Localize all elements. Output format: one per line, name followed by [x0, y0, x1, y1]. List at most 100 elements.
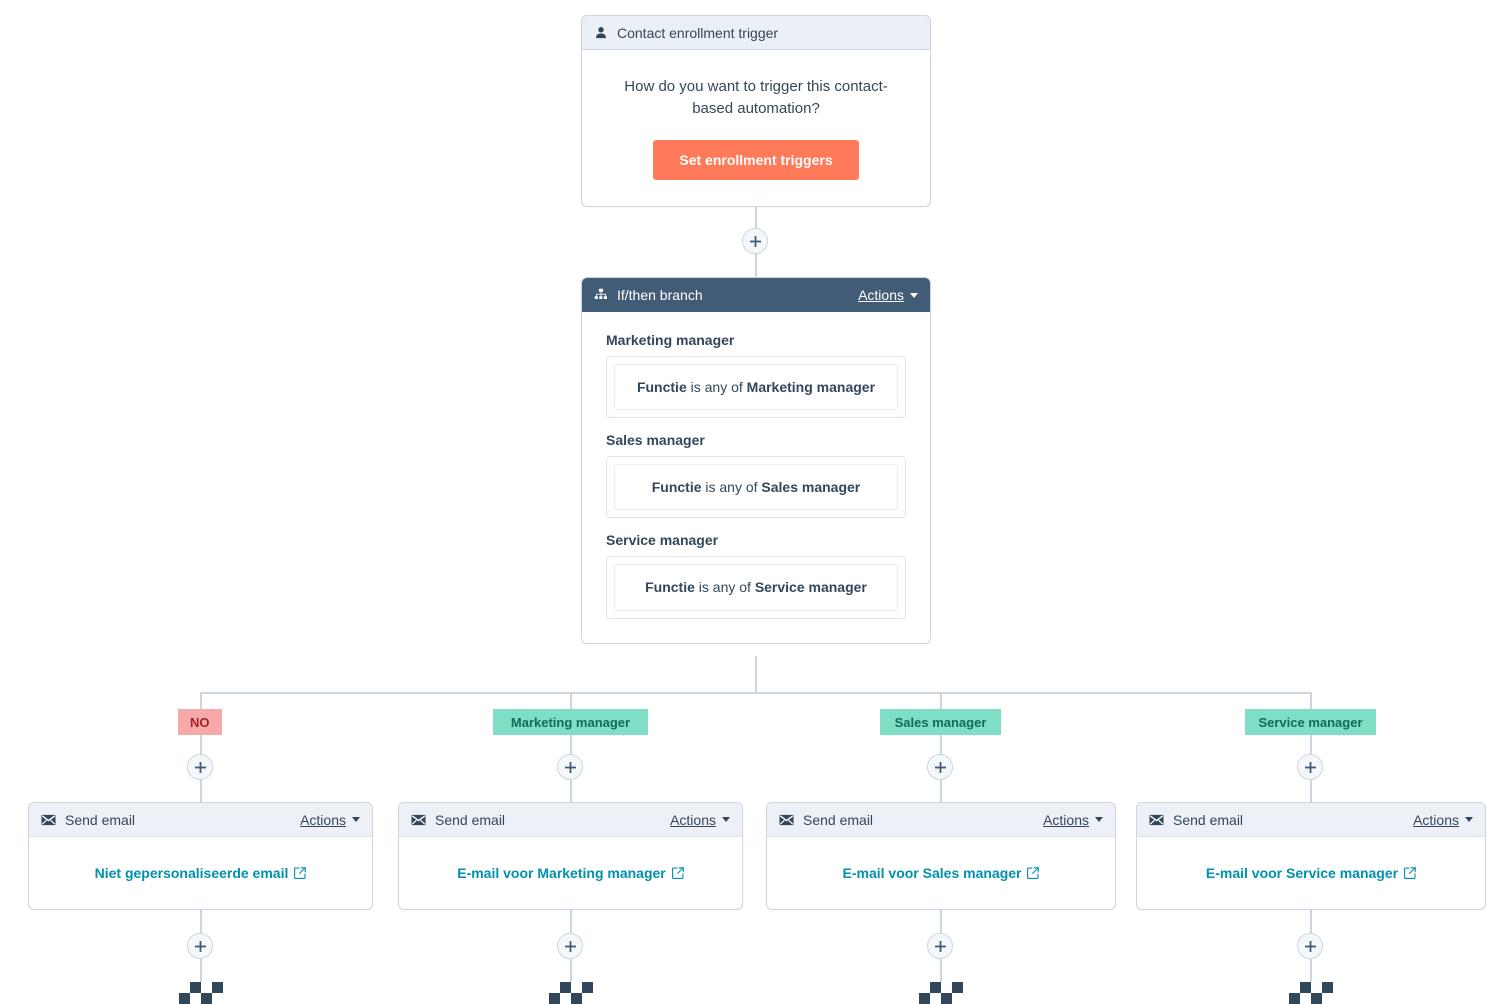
email-card-body: Niet gepersonaliseerde email: [29, 837, 372, 909]
external-link-icon: [1027, 867, 1040, 879]
email-asset-link[interactable]: E-mail voor Sales manager: [843, 865, 1040, 881]
branch-card-body: Marketing manager Functie is any of Mark…: [582, 312, 930, 643]
email-actions-menu[interactable]: Actions: [1043, 812, 1103, 828]
condition-operator: is any of: [705, 479, 762, 496]
connector-line-plus-to-end-service: [1310, 959, 1312, 983]
email-card-body: E-mail voor Sales manager: [767, 837, 1115, 909]
condition-value: Marketing manager: [746, 379, 876, 395]
email-actions-label: Actions: [1043, 811, 1089, 828]
branch-condition: Functie is any of Marketing manager: [614, 364, 898, 411]
contact-enrollment-trigger-card: Contact enrollment trigger How do you wa…: [581, 15, 931, 207]
branch-badge-no: NO: [178, 709, 222, 735]
plus-icon: [749, 235, 761, 247]
contact-person-icon: [594, 26, 608, 40]
email-actions-menu[interactable]: Actions: [1413, 812, 1473, 828]
email-card-body: E-mail voor Service manager: [1137, 837, 1485, 909]
add-step-button-sales-path[interactable]: [927, 754, 953, 780]
add-step-button-after-trigger[interactable]: [742, 228, 768, 254]
connector-line-plus-to-email-service: [1310, 780, 1312, 803]
branch-condition: Functie is any of Sales manager: [614, 464, 898, 511]
email-card-header: Send email Actions: [29, 803, 372, 837]
condition-property: Functie: [636, 379, 687, 395]
email-card-body: E-mail voor Marketing manager: [399, 837, 742, 909]
checkered-flag-icon: [919, 982, 963, 1004]
add-step-button-marketing-path[interactable]: [557, 754, 583, 780]
connector-line-plus-to-email-no: [200, 780, 202, 803]
email-asset-link[interactable]: E-mail voor Marketing manager: [457, 865, 684, 881]
branch-group-name: Sales manager: [606, 432, 705, 449]
connector-line-plus-to-end-no: [200, 959, 202, 983]
connector-leg-service: [1310, 692, 1312, 710]
plus-icon: [934, 940, 946, 952]
plus-icon: [564, 761, 576, 773]
branch-card-title: If/then branch: [617, 287, 703, 303]
envelope-icon: [41, 814, 56, 826]
external-link-icon: [1404, 867, 1416, 879]
branch-badge-service-manager: Service manager: [1245, 709, 1376, 735]
add-step-button-no-path[interactable]: [187, 754, 213, 780]
chevron-down-icon: [1465, 817, 1473, 822]
sitemap-icon: [594, 288, 608, 302]
plus-icon: [194, 940, 206, 952]
email-card-title: Send email: [65, 811, 136, 828]
add-step-button-service-path[interactable]: [1297, 754, 1323, 780]
branch-badge-sales-manager: Sales manager: [880, 709, 1001, 735]
connector-line-plus-to-email-marketing: [570, 780, 572, 803]
email-asset-name: E-mail voor Sales manager: [842, 865, 1022, 881]
workflow-canvas: Contact enrollment trigger How do you wa…: [0, 0, 1496, 1004]
chevron-down-icon: [910, 292, 918, 298]
add-step-button-end-no-path[interactable]: [187, 933, 213, 959]
email-asset-link[interactable]: E-mail voor Service manager: [1206, 865, 1416, 881]
branch-badge-marketing-manager: Marketing manager: [493, 709, 648, 735]
connector-line-badge-to-plus-no: [200, 735, 202, 755]
condition-property: Functie: [651, 479, 702, 496]
connector-line-badge-to-plus-marketing: [570, 735, 572, 755]
condition-value: Sales manager: [761, 479, 861, 496]
chevron-down-icon: [352, 817, 360, 822]
connector-line-email-to-plus-marketing: [570, 908, 572, 933]
branch-group-name: Marketing manager: [606, 332, 735, 348]
email-asset-name: E-mail voor Service manager: [1205, 865, 1399, 881]
email-actions-menu[interactable]: Actions: [670, 812, 730, 828]
branch-actions-label: Actions: [858, 287, 904, 303]
email-asset-link[interactable]: Niet gepersonaliseerde email: [95, 865, 307, 881]
plus-icon: [1304, 940, 1316, 952]
add-step-button-end-sales-path[interactable]: [927, 933, 953, 959]
plus-icon: [564, 940, 576, 952]
trigger-card-header: Contact enrollment trigger: [582, 16, 930, 50]
email-card-title: Send email: [1173, 811, 1244, 828]
branch-split-horizontal-line: [200, 692, 1312, 694]
plus-icon: [194, 761, 206, 773]
add-step-button-end-marketing-path[interactable]: [557, 933, 583, 959]
connector-line-plus-to-end-marketing: [570, 959, 572, 983]
branch-actions-menu[interactable]: Actions: [858, 287, 918, 303]
checkered-flag-icon: [549, 982, 593, 1004]
set-enrollment-triggers-button[interactable]: Set enrollment triggers: [653, 139, 859, 180]
if-then-branch-card: If/then branch Actions Marketing manager…: [581, 277, 931, 644]
connector-line-branch-to-split: [755, 656, 757, 693]
external-link-icon: [671, 867, 684, 879]
connector-leg-sales: [940, 692, 942, 710]
trigger-question-text: How do you want to trigger this contact-…: [624, 78, 888, 117]
connector-line-plus-to-branch: [755, 254, 757, 278]
condition-operator: is any of: [698, 579, 755, 596]
connector-line-badge-to-plus-sales: [940, 735, 942, 755]
branch-condition-outer[interactable]: Functie is any of Sales manager: [606, 456, 906, 519]
envelope-icon: [411, 814, 426, 826]
email-actions-menu[interactable]: Actions: [300, 812, 360, 828]
branch-group: Sales manager Functie is any of Sales ma…: [606, 432, 906, 519]
email-asset-name: E-mail voor Marketing manager: [457, 865, 666, 881]
external-link-icon: [294, 867, 307, 879]
branch-condition-outer[interactable]: Functie is any of Marketing manager: [606, 356, 906, 419]
connector-line-email-to-plus-sales: [940, 908, 942, 933]
connector-leg-no: [200, 692, 202, 710]
checkered-flag-icon: [179, 982, 223, 1004]
email-actions-label: Actions: [670, 811, 716, 828]
checkered-flag-icon: [1289, 982, 1333, 1004]
send-email-card-sales-path: Send email Actions E-mail voor Sales man…: [766, 802, 1116, 910]
send-email-card-no-path: Send email Actions Niet gepersonaliseerd…: [28, 802, 373, 910]
email-card-header: Send email Actions: [767, 803, 1115, 837]
add-step-button-end-service-path[interactable]: [1297, 933, 1323, 959]
branch-condition-outer[interactable]: Functie is any of Service manager: [606, 556, 906, 619]
plus-icon: [1304, 761, 1316, 773]
